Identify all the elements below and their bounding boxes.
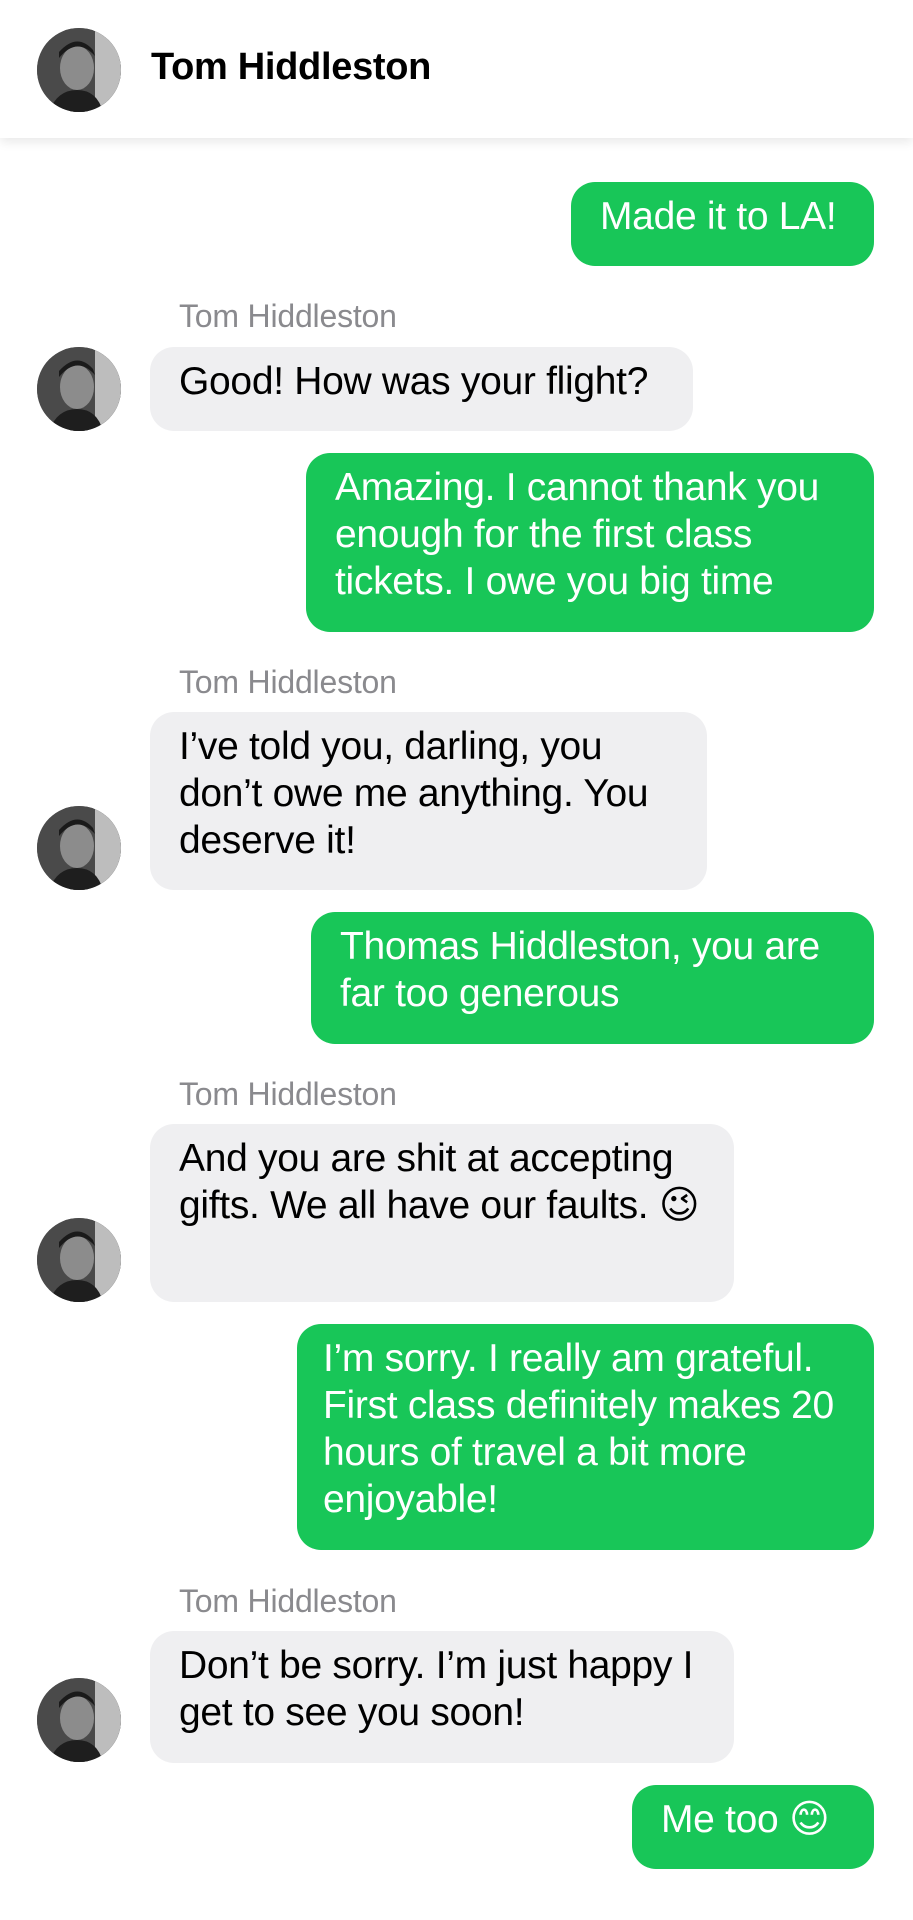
received-message[interactable]: Don’t be sorry. I’m just happy I get to … xyxy=(150,1631,734,1763)
sent-message[interactable]: Thomas Hiddleston, you are far too gener… xyxy=(311,912,874,1044)
contact-name: Tom Hiddleston xyxy=(151,46,432,88)
portrait-image xyxy=(37,806,121,890)
sender-label: Tom Hiddleston xyxy=(179,298,397,334)
contact-avatar[interactable] xyxy=(37,806,121,890)
portrait-image xyxy=(37,347,121,431)
sent-message[interactable]: Amazing. I cannot thank you enough for t… xyxy=(306,453,874,632)
sent-message[interactable]: Me too 😊 xyxy=(632,1785,874,1869)
contact-avatar[interactable] xyxy=(37,1678,121,1762)
portrait-image xyxy=(37,1678,121,1762)
contact-avatar[interactable] xyxy=(37,1218,121,1302)
chat-header: Tom Hiddleston xyxy=(0,0,913,138)
sender-label: Tom Hiddleston xyxy=(179,1076,397,1112)
received-message[interactable]: And you are shit at accepting gifts. We … xyxy=(150,1124,734,1302)
message-thread: Made it to LA! Tom Hiddleston Good! How … xyxy=(0,138,913,1920)
portrait-image xyxy=(37,28,121,112)
portrait-image xyxy=(37,1218,121,1302)
sender-label: Tom Hiddleston xyxy=(179,1583,397,1619)
sent-message[interactable]: Made it to LA! xyxy=(571,182,874,266)
contact-avatar[interactable] xyxy=(37,28,121,112)
received-message[interactable]: I’ve told you, darling, you don’t owe me… xyxy=(150,712,707,890)
sent-message[interactable]: I’m sorry. I really am grateful. First c… xyxy=(297,1324,874,1550)
received-message[interactable]: Good! How was your flight? xyxy=(150,347,693,431)
sender-label: Tom Hiddleston xyxy=(179,664,397,700)
contact-avatar[interactable] xyxy=(37,347,121,431)
